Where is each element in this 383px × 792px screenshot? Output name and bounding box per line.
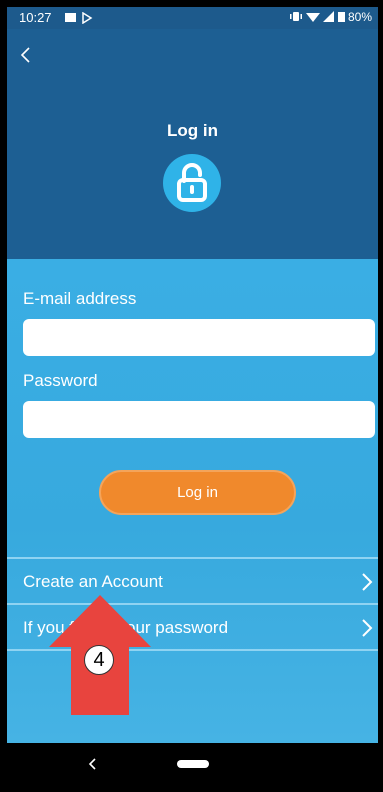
system-status: 80% <box>289 10 372 24</box>
unlock-icon <box>163 154 221 212</box>
tutorial-arrow: 4 <box>47 595 157 715</box>
step-number-badge: 4 <box>84 645 114 675</box>
chevron-left-icon <box>20 47 30 63</box>
battery-percent: 80% <box>347 10 372 24</box>
password-field[interactable] <box>23 401 375 438</box>
email-field[interactable] <box>23 319 375 356</box>
header: Log in <box>7 29 378 259</box>
password-label: Password <box>23 371 98 390</box>
notification-icons <box>65 11 95 27</box>
navigation-bar <box>7 743 378 785</box>
login-button[interactable]: Log in <box>99 470 296 515</box>
status-bar: 10:27 80% <box>7 7 378 29</box>
create-account-label: Create an Account <box>23 572 163 591</box>
chevron-right-icon <box>362 619 373 637</box>
nav-home-button[interactable] <box>177 760 209 768</box>
email-label: E-mail address <box>23 289 137 308</box>
back-button[interactable] <box>17 45 37 65</box>
battery-icon <box>337 12 345 22</box>
nav-back-icon[interactable] <box>87 757 99 771</box>
status-time: 10:27 <box>19 10 52 25</box>
vibrate-icon <box>289 12 302 21</box>
divider <box>7 557 378 559</box>
wifi-icon <box>305 13 320 22</box>
step-number: 4 <box>93 649 105 671</box>
phone-screen: 10:27 80% Log in E-mail address Password… <box>7 7 378 785</box>
chevron-right-icon <box>362 573 373 591</box>
signal-icon <box>323 11 335 22</box>
page-title: Log in <box>167 121 218 140</box>
